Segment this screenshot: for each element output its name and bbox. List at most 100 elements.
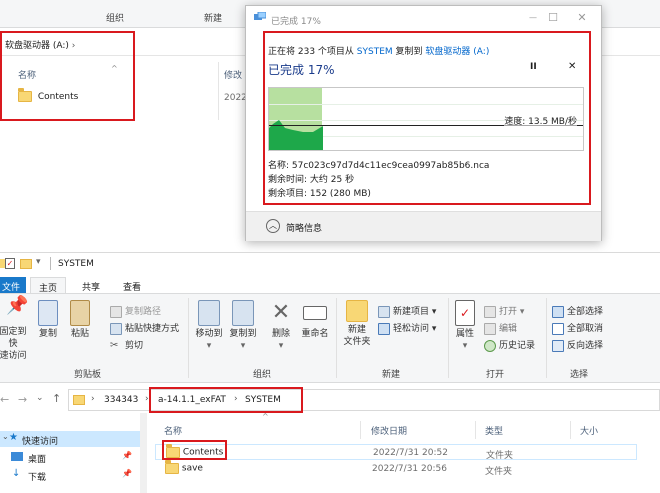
- sidebar-item-downloads[interactable]: ↓ 下载 📌: [0, 467, 145, 483]
- column-name[interactable]: 名称: [164, 424, 182, 437]
- chevron-right-icon[interactable]: ›: [91, 394, 95, 404]
- forward-icon[interactable]: →: [18, 393, 27, 406]
- tab-view[interactable]: 查看: [115, 277, 149, 293]
- select-all-icon: [552, 305, 564, 318]
- sidebar-item-label: 快速访问: [22, 437, 59, 447]
- history-button[interactable]: 历史记录: [484, 338, 535, 352]
- easy-access-button[interactable]: 轻松访问 ▾: [378, 321, 436, 335]
- rename-button[interactable]: 重命名: [298, 300, 332, 340]
- select-none-button[interactable]: 全部取消: [552, 321, 603, 335]
- highlight-box: [263, 31, 591, 205]
- column-divider: [218, 62, 219, 120]
- table-row[interactable]: save 2022/7/31 20:56 文件夹: [155, 460, 637, 477]
- copy-progress-dialog: 已完成 17% — ☐ ✕ 正在将 233 个项目从 SYSTEM 复制到 软盘…: [245, 5, 602, 241]
- column-modified[interactable]: 修改日期: [371, 424, 407, 437]
- scrollbar[interactable]: [140, 413, 147, 493]
- invert-selection-icon: [552, 339, 564, 352]
- less-details-button[interactable]: 简略信息: [286, 221, 322, 234]
- open-button[interactable]: 打开 ▾: [484, 304, 524, 318]
- new-folder-icon[interactable]: [20, 259, 32, 269]
- back-icon[interactable]: ←: [0, 393, 9, 406]
- sidebar-item-label: 桌面: [28, 455, 47, 465]
- close-icon[interactable]: ✕: [573, 11, 591, 25]
- recent-dropdown-icon[interactable]: ⌄: [36, 393, 44, 403]
- easy-access-icon: [378, 322, 390, 335]
- file-date-cell: 2022/7/31 20:56: [372, 464, 447, 474]
- quick-access-toolbar: ✓ ▾ SYSTEM: [0, 253, 660, 275]
- table-row[interactable]: Contents 2022/7/31 20:52 文件夹: [155, 444, 637, 461]
- sidebar-item-desktop[interactable]: 桌面 📌: [0, 449, 145, 465]
- sidebar-item-label: 下载: [28, 473, 47, 483]
- file-name-cell: save: [165, 460, 203, 474]
- folder-icon: [73, 395, 85, 405]
- highlight-box: [149, 387, 303, 413]
- window-title: SYSTEM: [58, 259, 94, 269]
- copy-button[interactable]: 复制: [34, 300, 62, 340]
- column-modified[interactable]: 修改: [224, 68, 242, 81]
- tab-share[interactable]: 共享: [74, 277, 108, 293]
- delete-button[interactable]: ✕ 删除 ▾: [266, 300, 296, 352]
- navigation-pane: ⌄ ★ 快速访问 桌面 📌 ↓ 下载 📌: [0, 425, 145, 493]
- download-icon: ↓: [12, 468, 21, 479]
- copy-path-button[interactable]: 复制路径: [110, 304, 161, 318]
- file-type-cell: 文件夹: [485, 467, 513, 477]
- column-divider: [360, 421, 361, 439]
- up-icon[interactable]: ↑: [52, 392, 61, 405]
- copy-to-button[interactable]: 复制到 ▾: [226, 300, 260, 352]
- column-divider: [475, 421, 476, 439]
- group-clipboard-label: 剪贴板: [74, 370, 102, 380]
- bottom-explorer-window: ✓ ▾ SYSTEM 文件 主页 共享 查看 📌 固定到快 速访问 复制 粘贴 复…: [0, 252, 660, 493]
- maximize-icon[interactable]: ☐: [544, 11, 562, 25]
- copy-to-icon: [232, 300, 254, 326]
- ribbon-home: 📌 固定到快 速访问 复制 粘贴 复制路径 粘贴快捷方式 ✂ 剪切 剪贴板 移动到 ▾…: [0, 293, 660, 383]
- new-item-button[interactable]: 新建项目 ▾: [378, 304, 436, 318]
- file-date-cell: 2022/7/31 20:52: [373, 448, 448, 458]
- paste-button[interactable]: 粘贴: [66, 300, 94, 340]
- column-size[interactable]: 大小: [580, 424, 598, 437]
- open-icon: [484, 305, 496, 318]
- paste-shortcut-button[interactable]: 粘贴快捷方式: [110, 321, 179, 335]
- group-open-label: 打开: [486, 370, 505, 380]
- properties-button[interactable]: ✓ 属性 ▾: [450, 300, 480, 352]
- file-type-cell: 文件夹: [486, 451, 514, 461]
- column-header: ^ 名称 修改日期 类型 大小: [150, 412, 660, 439]
- delete-icon: ✕: [271, 300, 291, 325]
- chevron-down-icon[interactable]: ⌄: [2, 432, 9, 441]
- navigation-bar: ← → ⌄ ↑ › 334343 › a-14.1.1_exFAT › SYST…: [0, 387, 660, 413]
- sidebar-item-quick-access[interactable]: ⌄ ★ 快速访问: [0, 431, 145, 447]
- shortcut-icon: [110, 322, 122, 335]
- customize-icon[interactable]: ▾: [36, 257, 41, 267]
- history-icon: [484, 339, 496, 352]
- edit-button[interactable]: 编辑: [484, 321, 517, 335]
- pin-quick-access-button[interactable]: 📌 固定到快 速访问: [0, 295, 30, 362]
- copy-icon: [254, 11, 267, 22]
- pin-icon[interactable]: 📌: [122, 451, 132, 460]
- move-icon: [198, 300, 220, 326]
- new-folder-button[interactable]: 新建 文件夹: [340, 300, 374, 348]
- select-none-icon: [552, 322, 564, 335]
- ribbon-tabs: 文件 主页 共享 查看: [0, 275, 660, 294]
- breadcrumb-item[interactable]: 334343: [104, 395, 138, 405]
- copy-path-icon: [110, 305, 122, 318]
- column-type[interactable]: 类型: [485, 424, 503, 437]
- pin-icon[interactable]: 📌: [122, 469, 132, 478]
- properties-icon: ✓: [455, 300, 475, 326]
- move-to-button[interactable]: 移动到 ▾: [192, 300, 226, 352]
- properties-icon[interactable]: ✓: [5, 258, 15, 269]
- select-all-button[interactable]: 全部选择: [552, 304, 603, 318]
- highlight-box: [162, 440, 227, 460]
- tab-home[interactable]: 主页: [30, 277, 67, 294]
- pin-icon: 📌: [6, 295, 29, 316]
- chevron-up-icon[interactable]: ︿: [266, 219, 280, 233]
- tab-file[interactable]: 文件: [0, 277, 27, 293]
- new-folder-icon: [346, 300, 368, 322]
- rename-icon: [303, 306, 327, 320]
- edit-icon: [484, 322, 496, 335]
- column-divider: [570, 421, 571, 439]
- dialog-footer: ︿ 简略信息: [246, 211, 601, 241]
- group-select-label: 选择: [570, 370, 589, 380]
- invert-selection-button[interactable]: 反向选择: [552, 338, 603, 352]
- minimize-icon[interactable]: —: [524, 11, 542, 25]
- cut-button[interactable]: ✂ 剪切: [110, 338, 143, 352]
- dialog-title: 已完成 17%: [271, 17, 321, 27]
